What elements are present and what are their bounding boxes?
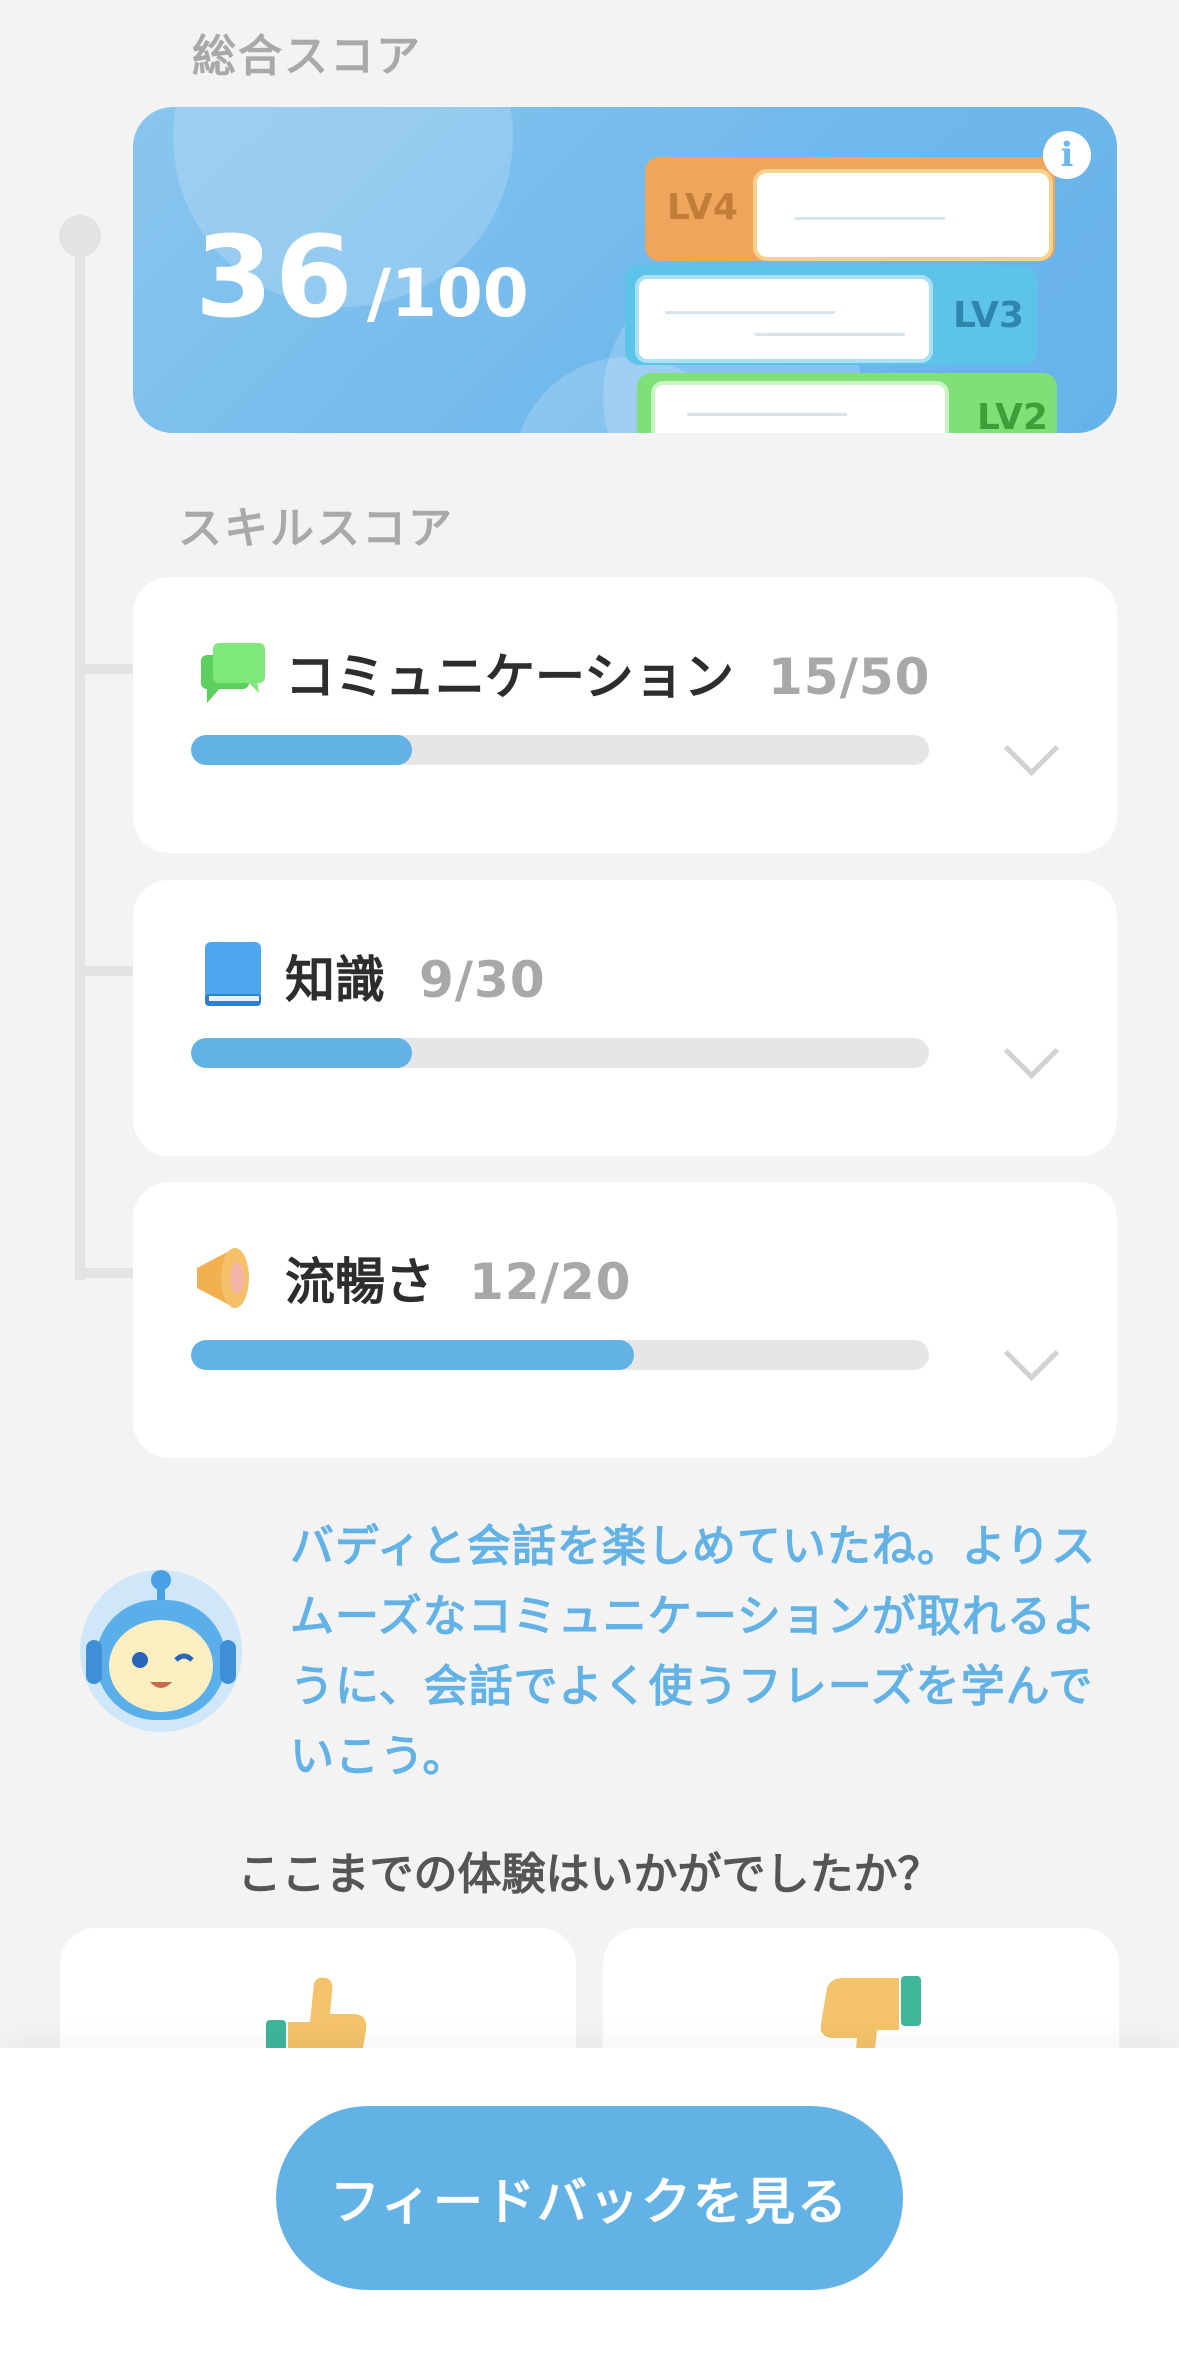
skill-score: 15/50 (768, 648, 931, 706)
chevron-down-icon[interactable] (1003, 720, 1060, 777)
book-lv4-label: LV4 (667, 187, 738, 228)
skill-title: コミュニケーション 15/50 (285, 637, 930, 709)
book-lv3-label: LV3 (953, 295, 1024, 336)
skill-title: 流暢さ 12/20 (285, 1242, 631, 1314)
rating-question: ここまでの体験はいかがでしたか？ (237, 1849, 942, 1900)
progress-bar (191, 735, 929, 765)
timeline-branch (75, 664, 135, 674)
overall-score-value: 36 (195, 213, 355, 343)
skill-card-fluency[interactable]: 流暢さ 12/20 (133, 1182, 1117, 1458)
overall-score-max: /100 (366, 255, 529, 332)
buddy-avatar (80, 1570, 242, 1732)
skill-score: 9/30 (419, 951, 546, 1009)
megaphone-icon (197, 1248, 249, 1308)
book-lv2-label: LV2 (977, 397, 1048, 433)
overall-score-card: 36 /100 LV4 LV3 LV2 i (133, 107, 1117, 433)
bottom-bar: フィードバックを見る (0, 2048, 1179, 2379)
skill-name: 流暢さ (285, 1253, 435, 1311)
robot-icon (86, 1570, 236, 1720)
info-icon[interactable]: i (1043, 131, 1091, 179)
skill-card-knowledge[interactable]: 知識 9/30 (133, 880, 1117, 1156)
book-lv4: LV4 (645, 157, 1055, 261)
progress-bar (191, 1340, 929, 1370)
skill-title: 知識 9/30 (285, 940, 546, 1012)
skill-name: 知識 (285, 951, 385, 1009)
skill-card-communication[interactable]: コミュニケーション 15/50 (133, 577, 1117, 853)
progress-fill (191, 1340, 634, 1370)
chat-bubble-icon (201, 643, 265, 703)
skill-score-label: スキルスコア (178, 503, 454, 554)
progress-bar (191, 1038, 929, 1068)
timeline-line (75, 240, 85, 1280)
buddy-message: バディと会話を楽しめていたね。よりスムーズなコミュニケーションが取れるように、会… (290, 1521, 1097, 1782)
view-feedback-button[interactable]: フィードバックを見る (276, 2106, 903, 2290)
timeline-branch (75, 1268, 135, 1278)
book-lv2: LV2 (637, 373, 1057, 433)
book-lv3: LV3 (625, 265, 1037, 365)
chevron-down-icon[interactable] (1003, 1023, 1060, 1080)
overall-score: 36 /100 (195, 213, 529, 343)
progress-fill (191, 735, 413, 765)
overall-score-label: 総合スコア (192, 31, 422, 82)
book-icon (205, 942, 261, 1006)
skill-name: コミュニケーション (285, 648, 734, 706)
chevron-down-icon[interactable] (1003, 1325, 1060, 1382)
progress-fill (191, 1038, 413, 1068)
timeline-branch (75, 966, 135, 976)
skill-score: 12/20 (469, 1253, 632, 1311)
